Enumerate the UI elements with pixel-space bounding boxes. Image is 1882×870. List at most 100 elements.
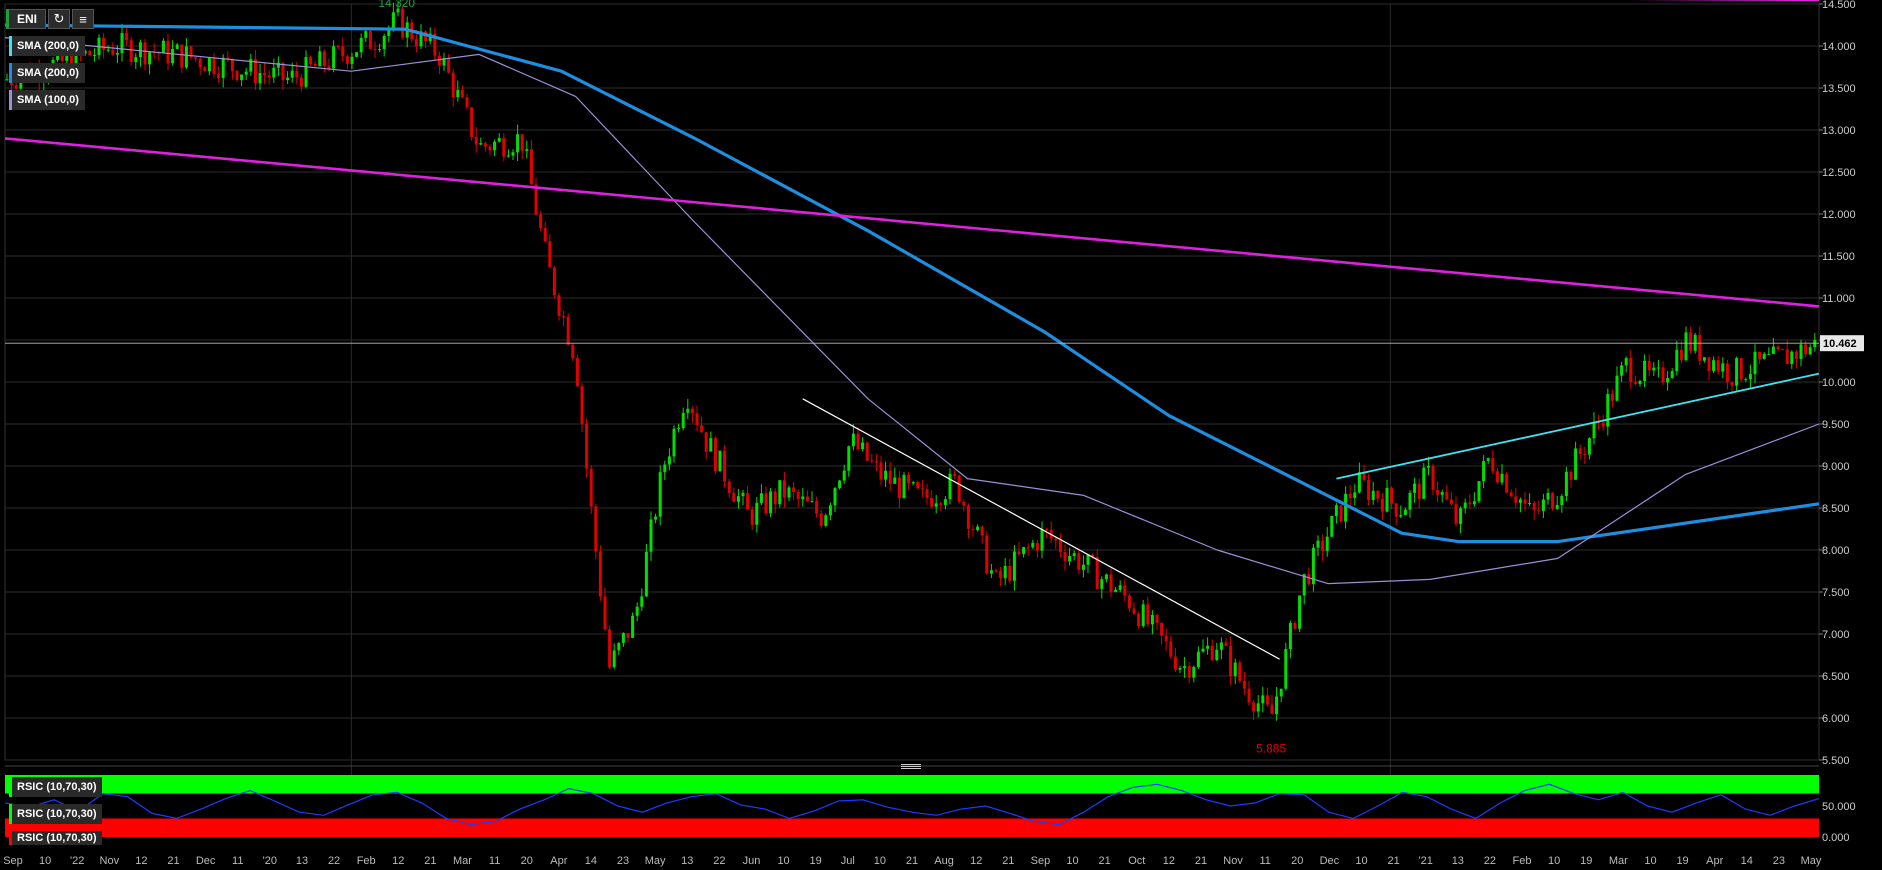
candle xyxy=(493,141,497,151)
candle xyxy=(115,52,119,55)
candle xyxy=(497,138,501,142)
candle xyxy=(585,423,589,469)
candle xyxy=(1058,540,1062,553)
candle xyxy=(1357,472,1361,493)
candle xyxy=(1537,510,1541,512)
candle xyxy=(603,596,607,630)
candle xyxy=(1270,704,1274,715)
candle xyxy=(184,46,188,68)
candle xyxy=(930,497,934,507)
candle xyxy=(805,496,809,502)
symbol-button[interactable]: ENI xyxy=(6,9,47,29)
candle xyxy=(309,57,313,65)
rsi-overbought-zone xyxy=(5,775,1819,794)
candle xyxy=(677,428,681,430)
candle xyxy=(207,57,211,72)
candle xyxy=(1298,595,1302,629)
candle xyxy=(506,155,510,157)
candle xyxy=(134,57,138,63)
candle xyxy=(451,72,455,98)
candle xyxy=(621,632,625,643)
candle xyxy=(548,241,552,268)
y-tick-label: 11.000 xyxy=(1822,293,1855,305)
candle xyxy=(1541,499,1545,511)
candle xyxy=(1767,353,1771,355)
y-tick-label: 9.500 xyxy=(1822,419,1850,431)
candle xyxy=(741,492,745,497)
refresh-icon[interactable]: ↻ xyxy=(48,9,71,29)
legend-rsic-3[interactable]: RSIC (10,70,30) xyxy=(9,831,103,845)
candle xyxy=(221,57,225,79)
legend-sma200-cyan[interactable]: SMA (200,0) xyxy=(9,36,85,56)
rsi-y-tick-label: 0.000 xyxy=(1822,832,1850,844)
candle xyxy=(230,59,234,71)
candle xyxy=(1072,553,1076,556)
candle xyxy=(1661,367,1665,383)
candle xyxy=(1118,585,1122,590)
x-tick-label: 22 xyxy=(713,855,725,867)
candle xyxy=(1482,461,1486,482)
candle xyxy=(1574,448,1578,480)
stock-chart[interactable]: 14.500 14.000 13.500 13.000 12.500 12.000 11.5… xyxy=(0,0,1882,870)
candle xyxy=(529,149,533,185)
candle xyxy=(953,473,957,476)
candle xyxy=(861,442,865,450)
legend-swatch xyxy=(9,63,12,83)
candle xyxy=(355,52,359,57)
candle xyxy=(1380,498,1384,512)
legend-rsic-2[interactable]: RSIC (10,70,30) xyxy=(9,804,103,824)
candle xyxy=(1256,703,1260,712)
candle xyxy=(194,57,198,59)
legend-sma100[interactable]: SMA (100,0) xyxy=(9,90,85,110)
candle xyxy=(1606,394,1610,427)
candle xyxy=(345,56,349,64)
legend-sma200-blue[interactable]: SMA (200,0) xyxy=(9,63,85,83)
candle xyxy=(148,52,152,65)
x-tick-label: 21 xyxy=(1099,855,1111,867)
candle xyxy=(1702,357,1706,361)
candle xyxy=(1753,351,1757,375)
x-tick-label: 19 xyxy=(1676,855,1688,867)
candle xyxy=(299,77,303,87)
candle xyxy=(166,40,170,64)
legend-swatch xyxy=(9,804,12,824)
candle xyxy=(1790,351,1794,365)
legend-rsic-1[interactable]: RSIC (10,70,30) xyxy=(9,777,103,797)
candle xyxy=(801,496,805,500)
candle xyxy=(1187,666,1191,678)
candle xyxy=(681,412,685,429)
x-tick-label: 20 xyxy=(1291,855,1303,867)
x-tick-label: Apr xyxy=(1706,855,1723,867)
candle xyxy=(203,67,207,72)
candle xyxy=(1031,542,1035,548)
candle xyxy=(732,492,736,502)
x-tick-label: 10 xyxy=(777,855,789,867)
candle xyxy=(1587,438,1591,455)
candle xyxy=(336,46,340,48)
low-annotation: 5.885 xyxy=(1256,742,1286,756)
candle xyxy=(1403,509,1407,516)
candle xyxy=(322,51,326,66)
candle xyxy=(414,39,418,47)
legend-label: RSIC (10,70,30) xyxy=(17,781,97,793)
candles-icon[interactable]: ≡ xyxy=(72,9,95,29)
candle xyxy=(667,456,671,465)
candle xyxy=(313,64,317,67)
candle xyxy=(943,499,947,505)
candle xyxy=(787,487,791,498)
candle xyxy=(1325,536,1329,551)
candle xyxy=(1104,574,1108,580)
x-tick-label: Mar xyxy=(453,855,472,867)
candle xyxy=(994,570,998,572)
x-tick-label: 14 xyxy=(585,855,597,867)
candle xyxy=(1748,374,1752,380)
candle xyxy=(1808,347,1812,355)
legend-label: RSIC (10,70,30) xyxy=(17,832,97,844)
candle xyxy=(686,408,690,413)
legend-swatch xyxy=(9,36,12,56)
pane-resize-handle[interactable] xyxy=(901,764,921,770)
candle xyxy=(759,493,763,503)
candle xyxy=(769,491,773,514)
candle xyxy=(106,49,110,51)
candle xyxy=(244,71,248,75)
